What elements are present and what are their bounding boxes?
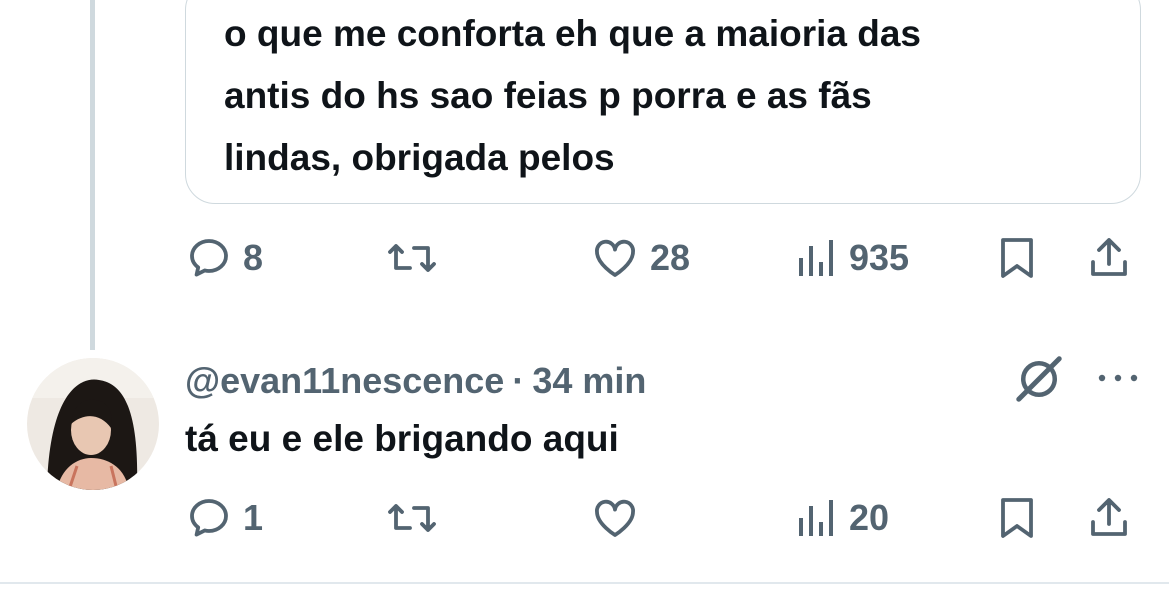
thread-connector-line: [90, 0, 95, 350]
reply-header: @evan11nescence · 34 min: [185, 356, 646, 406]
share-icon: [1085, 234, 1133, 282]
views-icon: [795, 234, 839, 282]
quoted-tweet-line: antis do hs sao feias p porra e as fãs: [224, 75, 872, 116]
views-count: 935: [849, 237, 910, 278]
quoted-tweet-text: o que me conforta eh que a maioria das a…: [224, 3, 1124, 189]
reply-timestamp[interactable]: 34 min: [532, 360, 646, 402]
reply-count: 8: [243, 237, 264, 278]
like-icon: [590, 494, 640, 542]
quoted-tweet-line: lindas, obrigada pelos: [224, 137, 615, 178]
views-count: 20: [849, 497, 890, 538]
reply-action-bar: 1 20: [185, 488, 1145, 548]
bookmark-icon: [995, 494, 1039, 542]
views-button[interactable]: 935: [795, 228, 909, 288]
views-icon: [795, 494, 839, 542]
bottom-divider: [0, 582, 1169, 584]
grok-icon[interactable]: [1012, 352, 1066, 411]
main-tweet-action-bar: 8 28 935: [185, 228, 1145, 288]
reply-button[interactable]: 8: [185, 228, 263, 288]
views-button[interactable]: 20: [795, 488, 889, 548]
more-icon[interactable]: [1095, 370, 1141, 391]
retweet-button[interactable]: [385, 488, 439, 548]
share-button[interactable]: [1085, 228, 1133, 288]
retweet-button[interactable]: [385, 228, 439, 288]
like-button[interactable]: [590, 488, 640, 548]
quoted-tweet-line: o que me conforta eh que a maioria das: [224, 13, 922, 54]
share-icon: [1085, 494, 1133, 542]
bookmark-button[interactable]: [995, 488, 1039, 548]
reply-count: 1: [243, 497, 264, 538]
retweet-icon: [385, 234, 439, 282]
bookmark-button[interactable]: [995, 228, 1039, 288]
reply-icon: [185, 494, 233, 542]
retweet-icon: [385, 494, 439, 542]
avatar[interactable]: [27, 358, 159, 490]
share-button[interactable]: [1085, 488, 1133, 548]
like-button[interactable]: 28: [590, 228, 690, 288]
bookmark-icon: [995, 234, 1039, 282]
reply-text: tá eu e ele brigando aqui: [185, 418, 619, 459]
reply-icon: [185, 234, 233, 282]
like-count: 28: [650, 237, 691, 278]
header-separator: ·: [512, 360, 525, 401]
reply-handle[interactable]: @evan11nescence: [185, 360, 504, 402]
reply-button[interactable]: 1: [185, 488, 263, 548]
like-icon: [590, 234, 640, 282]
